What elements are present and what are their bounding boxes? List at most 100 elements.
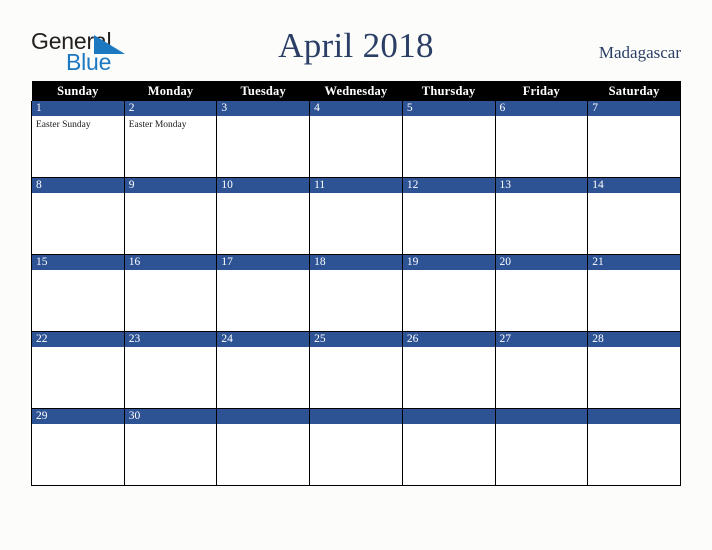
day-cell-inner: 29 bbox=[32, 409, 124, 485]
day-cell-inner: 12 bbox=[402, 178, 495, 254]
calendar-day-cell[interactable]: 5 bbox=[401, 101, 496, 178]
day-events bbox=[310, 347, 402, 350]
calendar-day-cell[interactable]: 18 bbox=[309, 254, 403, 332]
calendar-day-cell[interactable] bbox=[216, 408, 311, 486]
weekday-header-sunday: Sunday bbox=[31, 81, 125, 101]
calendar-day-cell[interactable]: 7 bbox=[587, 101, 681, 178]
calendar-day-cell[interactable]: 11 bbox=[309, 177, 403, 255]
day-events bbox=[588, 116, 680, 119]
calendar-day-cell[interactable]: 2 Easter Monday bbox=[123, 101, 218, 178]
day-cell-inner: 22 bbox=[32, 332, 124, 408]
day-cell-inner: 19 bbox=[402, 255, 495, 331]
day-cell-inner: 23 bbox=[124, 332, 217, 408]
weekday-header-saturday: Saturday bbox=[587, 81, 681, 101]
calendar-day-cell[interactable]: 4 bbox=[309, 101, 403, 178]
day-events bbox=[310, 270, 402, 273]
calendar-day-cell[interactable]: 21 bbox=[587, 254, 681, 332]
calendar-grid: Sunday Monday Tuesday Wednesday Thursday Frid… bbox=[31, 81, 681, 486]
day-cell-inner: 26 bbox=[402, 332, 495, 408]
day-cell-inner: 9 bbox=[124, 178, 217, 254]
calendar-day-cell[interactable]: 19 bbox=[401, 254, 496, 332]
day-number: 10 bbox=[217, 178, 310, 193]
day-events bbox=[496, 116, 588, 119]
calendar-day-cell[interactable]: 17 bbox=[216, 254, 311, 332]
calendar-day-cell[interactable]: 3 bbox=[216, 101, 311, 178]
day-number: 27 bbox=[495, 332, 588, 347]
page-header: General Blue April 2018 Madagascar bbox=[0, 0, 712, 80]
calendar-day-cell[interactable]: 26 bbox=[401, 331, 496, 409]
calendar-day-cell[interactable]: 29 bbox=[31, 408, 125, 486]
calendar-day-cell[interactable]: 9 bbox=[123, 177, 218, 255]
day-events bbox=[217, 116, 309, 119]
weekday-header-monday: Monday bbox=[124, 81, 217, 101]
day-cell-inner: 24 bbox=[217, 332, 310, 408]
day-number: 9 bbox=[124, 178, 217, 193]
calendar-day-cell[interactable]: 27 bbox=[494, 331, 589, 409]
calendar-day-cell[interactable]: 8 bbox=[31, 177, 125, 255]
day-number: 1 bbox=[32, 101, 124, 116]
day-number: 13 bbox=[495, 178, 588, 193]
day-events bbox=[32, 193, 124, 196]
day-cell-inner: 21 bbox=[588, 255, 680, 331]
calendar-week-row: 1 Easter Sunday 2 Easter Monday 3 4 5 6 7 bbox=[31, 101, 681, 178]
day-cell-inner: 3 bbox=[217, 101, 310, 177]
calendar-day-cell[interactable] bbox=[587, 408, 681, 486]
day-cell-inner: 28 bbox=[588, 332, 680, 408]
day-events bbox=[496, 347, 588, 350]
day-events bbox=[403, 424, 495, 427]
day-number: 21 bbox=[588, 255, 680, 270]
day-events bbox=[125, 424, 217, 427]
day-events bbox=[403, 116, 495, 119]
calendar-day-cell[interactable]: 15 bbox=[31, 254, 125, 332]
calendar-day-cell[interactable]: 12 bbox=[401, 177, 496, 255]
day-events bbox=[310, 193, 402, 196]
day-events bbox=[588, 347, 680, 350]
calendar-day-cell[interactable]: 30 bbox=[123, 408, 218, 486]
day-number: 4 bbox=[310, 101, 402, 116]
calendar-day-cell[interactable] bbox=[494, 408, 589, 486]
day-number: 11 bbox=[310, 178, 402, 193]
day-events bbox=[217, 270, 309, 273]
day-cell-inner: 27 bbox=[495, 332, 588, 408]
weekday-header-thursday: Thursday bbox=[402, 81, 496, 101]
day-number: 15 bbox=[32, 255, 124, 270]
calendar-day-cell[interactable]: 10 bbox=[216, 177, 311, 255]
calendar-day-cell[interactable]: 25 bbox=[309, 331, 403, 409]
day-number: 6 bbox=[495, 101, 588, 116]
day-cell-inner: 6 bbox=[495, 101, 588, 177]
day-number: 23 bbox=[124, 332, 217, 347]
day-events bbox=[496, 270, 588, 273]
calendar-day-cell[interactable]: 24 bbox=[216, 331, 311, 409]
calendar-day-cell[interactable] bbox=[401, 408, 496, 486]
day-cell-inner: 14 bbox=[588, 178, 680, 254]
calendar-day-cell[interactable]: 14 bbox=[587, 177, 681, 255]
day-cell-inner: 11 bbox=[310, 178, 402, 254]
day-number bbox=[402, 409, 495, 424]
day-number: 7 bbox=[588, 101, 680, 116]
day-number: 26 bbox=[402, 332, 495, 347]
day-cell-inner: 25 bbox=[310, 332, 402, 408]
day-events bbox=[125, 193, 217, 196]
day-number: 5 bbox=[402, 101, 495, 116]
calendar-day-cell[interactable]: 1 Easter Sunday bbox=[31, 101, 125, 178]
day-number: 16 bbox=[124, 255, 217, 270]
calendar-day-cell[interactable]: 22 bbox=[31, 331, 125, 409]
calendar-day-cell[interactable] bbox=[309, 408, 403, 486]
day-cell-inner: 20 bbox=[495, 255, 588, 331]
calendar-day-cell[interactable]: 20 bbox=[494, 254, 589, 332]
day-events bbox=[217, 424, 309, 427]
day-number: 17 bbox=[217, 255, 310, 270]
calendar-week-row: 22 23 24 25 26 27 28 bbox=[31, 331, 681, 409]
holiday-label: Easter Monday bbox=[128, 120, 187, 130]
calendar-day-cell[interactable]: 13 bbox=[494, 177, 589, 255]
day-cell-inner: 16 bbox=[124, 255, 217, 331]
day-number bbox=[217, 409, 310, 424]
day-number: 18 bbox=[310, 255, 402, 270]
day-number: 8 bbox=[32, 178, 124, 193]
calendar-day-cell[interactable]: 28 bbox=[587, 331, 681, 409]
day-events bbox=[496, 193, 588, 196]
calendar-day-cell[interactable]: 6 bbox=[494, 101, 589, 178]
calendar-day-cell[interactable]: 16 bbox=[123, 254, 218, 332]
day-number bbox=[310, 409, 402, 424]
calendar-day-cell[interactable]: 23 bbox=[123, 331, 218, 409]
